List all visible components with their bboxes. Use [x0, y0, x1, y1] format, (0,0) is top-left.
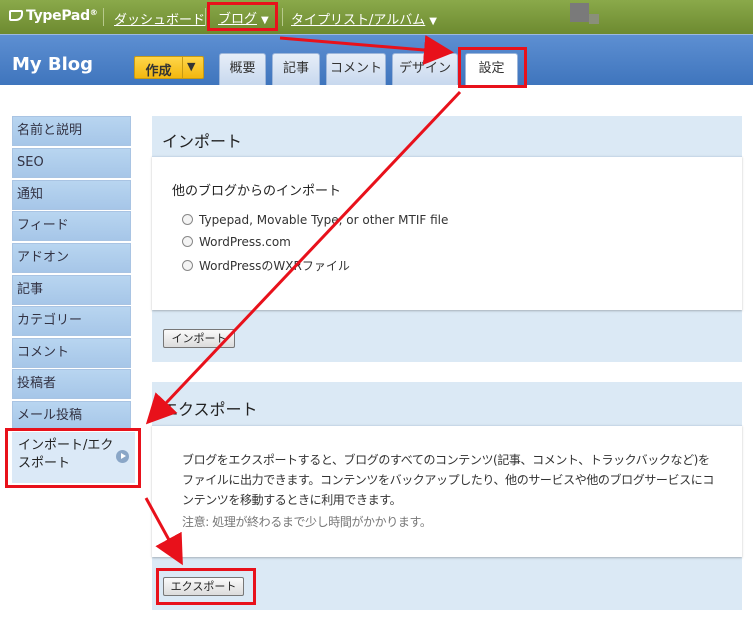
topbar-divider — [205, 8, 206, 26]
radio-button[interactable] — [182, 260, 193, 271]
sidebar-item-comments[interactable]: コメント — [12, 338, 131, 368]
radio-button[interactable] — [182, 214, 193, 225]
logo-text: TypePad — [26, 8, 90, 24]
topbar-divider — [103, 8, 104, 26]
sidebar-item-name-description[interactable]: 名前と説明 — [12, 116, 131, 146]
caret-down-icon: ▼ — [429, 16, 437, 27]
logo-registered-mark: ® — [89, 8, 98, 17]
nav-typelists-albums[interactable]: タイプリスト/アルバム ▼ — [291, 9, 437, 28]
import-button[interactable]: インポート — [163, 329, 235, 348]
tab-overview[interactable]: 概要 — [219, 53, 266, 85]
create-button[interactable]: 作成 ▼ — [134, 56, 204, 79]
avatar-overlay — [589, 14, 599, 24]
user-avatar[interactable] — [570, 3, 589, 22]
sidebar-item-feeds[interactable]: フィード — [12, 211, 131, 241]
typepad-logo[interactable]: TypePad® — [9, 8, 98, 24]
import-option-label: WordPressのWXRファイル — [199, 259, 350, 273]
import-panel: インポート 他のブログからのインポート Typepad, Movable Typ… — [152, 116, 742, 362]
caret-down-icon[interactable]: ▼ — [187, 60, 195, 73]
blog-title: My Blog — [12, 54, 94, 75]
tab-comments[interactable]: コメント — [326, 53, 386, 85]
sidebar-item-notifications[interactable]: 通知 — [12, 180, 131, 210]
highlight-settings-tab — [458, 47, 527, 88]
import-option-label: Typepad, Movable Type, or other MTIF fil… — [199, 213, 449, 227]
import-subtitle: 他のブログからのインポート — [172, 184, 342, 199]
export-note: 注意: 処理が終わるまで少し時間がかかります。 — [182, 515, 432, 529]
nav-dashboard[interactable]: ダッシュボード — [114, 9, 205, 28]
topbar-divider — [282, 8, 283, 26]
sidebar-item-posts[interactable]: 記事 — [12, 275, 131, 305]
highlight-blog-menu — [207, 2, 278, 31]
sidebar-item-authors[interactable]: 投稿者 — [12, 369, 131, 399]
sidebar-item-seo[interactable]: SEO — [12, 148, 131, 178]
import-panel-title: インポート — [162, 132, 243, 151]
nav-typelists-label: タイプリスト/アルバム — [291, 13, 426, 28]
export-panel-title: エクスポート — [162, 400, 258, 419]
tab-posts[interactable]: 記事 — [272, 53, 320, 85]
create-button-divider — [182, 57, 183, 78]
create-button-label: 作成 — [145, 64, 172, 79]
import-option-wordpress-com[interactable]: WordPress.com — [182, 235, 291, 249]
import-panel-body: 他のブログからのインポート Typepad, Movable Type, or … — [152, 156, 742, 310]
sidebar-item-categories[interactable]: カテゴリー — [12, 306, 131, 336]
sidebar-item-email-posting[interactable]: メール投稿 — [12, 401, 131, 431]
highlight-export-button — [156, 568, 256, 605]
import-option-wxr[interactable]: WordPressのWXRファイル — [182, 257, 350, 274]
export-description: ブログをエクスポートすると、ブログのすべてのコンテンツ(記事、コメント、トラック… — [182, 453, 714, 507]
import-option-mtif[interactable]: Typepad, Movable Type, or other MTIF fil… — [182, 213, 448, 227]
sidebar-item-addons[interactable]: アドオン — [12, 243, 131, 273]
tab-design[interactable]: デザイン — [392, 53, 458, 85]
highlight-import-export — [5, 428, 141, 488]
export-panel-body: ブログをエクスポートすると、ブログのすべてのコンテンツ(記事、コメント、トラック… — [152, 425, 742, 557]
top-bar: TypePad® ダッシュボード ブログ ▼ タイプリスト/アルバム ▼ — [0, 0, 753, 34]
import-option-label: WordPress.com — [199, 235, 291, 249]
typepad-logo-icon — [9, 10, 23, 21]
radio-button[interactable] — [182, 236, 193, 247]
